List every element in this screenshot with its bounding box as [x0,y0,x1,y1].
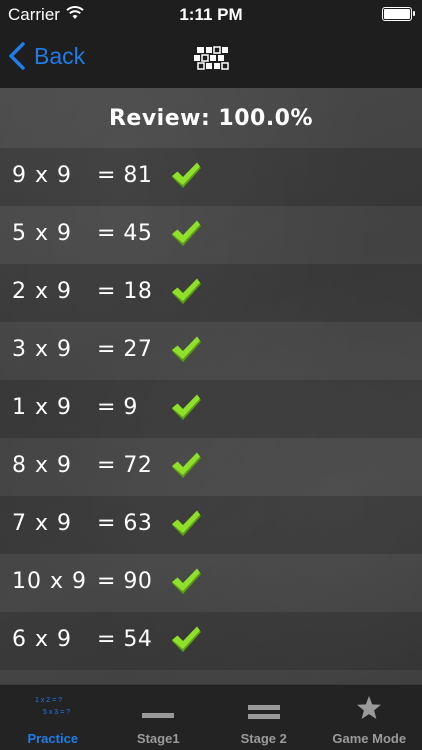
tab-game-mode[interactable]: Game Mode [317,685,422,750]
battery-icon [382,7,415,21]
question-text: 3 x 9 [12,337,72,362]
checkmark-icon [172,452,201,478]
double-bar-icon [247,705,280,719]
back-button[interactable]: Back [8,38,85,74]
result-row: 5 x 9 = 45 [0,206,422,264]
practice-icon-line2: 5 x 3 = ? [43,709,70,716]
result-row: 3 x 9 = 27 [0,322,422,380]
tab-stage2[interactable]: Stage 2 [211,685,317,750]
answer-text: = 45 [97,221,153,246]
answer-text: = 27 [97,337,153,362]
question-text: 2 x 9 [12,279,72,304]
star-icon [357,696,382,719]
tab-bar: 1 x 2 = ? 5 x 3 = ? Practice Stage1 Stag… [0,684,422,750]
practice-icon: 1 x 2 = ? 5 x 3 = ? [35,697,70,716]
result-row: 2 x 9 = 18 [0,264,422,322]
pixel-grid-logo-icon [194,46,229,70]
question-text: 8 x 9 [12,453,72,478]
question-text: 5 x 9 [12,221,72,246]
answer-text: = 90 [97,569,153,594]
checkmark-icon [172,220,201,246]
result-row: 7 x 9 = 63 [0,496,422,554]
tab-stage2-label: Stage 2 [240,731,287,746]
back-label: Back [34,42,86,69]
chalkboard-review: Review: 100.0% 9 x 9 = 81 5 x 9 = 45 2 x 9 = … [0,88,422,684]
checkmark-icon [172,510,201,536]
checkmark-icon [172,568,201,594]
checkmark-icon [172,278,201,304]
answer-text: = 18 [97,279,153,304]
review-score: Review: 100.0% [108,106,314,131]
tab-game-mode-label: Game Mode [332,731,407,746]
result-row: 1 x 9 = 9 [0,380,422,438]
chevron-left-icon [9,42,25,70]
result-row: 10 x 9 = 90 [0,554,422,612]
tab-stage1-label: Stage1 [136,731,180,746]
top-bar: Carrier 1:11 PM Back [0,0,422,88]
checkmark-icon [172,336,201,362]
question-text: 10 x 9 [12,569,87,594]
question-text: 1 x 9 [12,395,72,420]
practice-icon-line1: 1 x 2 = ? [35,697,62,704]
answer-text: = 63 [97,511,153,536]
question-text: 6 x 9 [12,627,72,652]
question-text: 7 x 9 [12,511,72,536]
checkmark-icon [172,626,201,652]
answer-text: = 9 [97,395,138,420]
tab-practice[interactable]: 1 x 2 = ? 5 x 3 = ? Practice [0,685,106,750]
checkmark-icon [172,394,201,420]
single-bar-icon [142,713,175,718]
results-list: 9 x 9 = 81 5 x 9 = 45 2 x 9 = 18 3 x 9 = 27 1 x … [0,148,422,670]
tab-practice-label: Practice [27,731,79,746]
checkmark-icon [172,162,201,188]
result-row: 6 x 9 = 54 [0,612,422,670]
answer-text: = 81 [97,163,153,188]
nav-bar: Back [0,30,422,88]
answer-text: = 54 [97,627,153,652]
result-row: 8 x 9 = 72 [0,438,422,496]
result-row: 9 x 9 = 81 [0,148,422,206]
answer-text: = 72 [97,453,153,478]
question-text: 9 x 9 [12,163,72,188]
status-bar: Carrier 1:11 PM [0,0,422,30]
tab-stage1[interactable]: Stage1 [106,685,212,750]
status-time: 1:11 PM [179,5,243,24]
